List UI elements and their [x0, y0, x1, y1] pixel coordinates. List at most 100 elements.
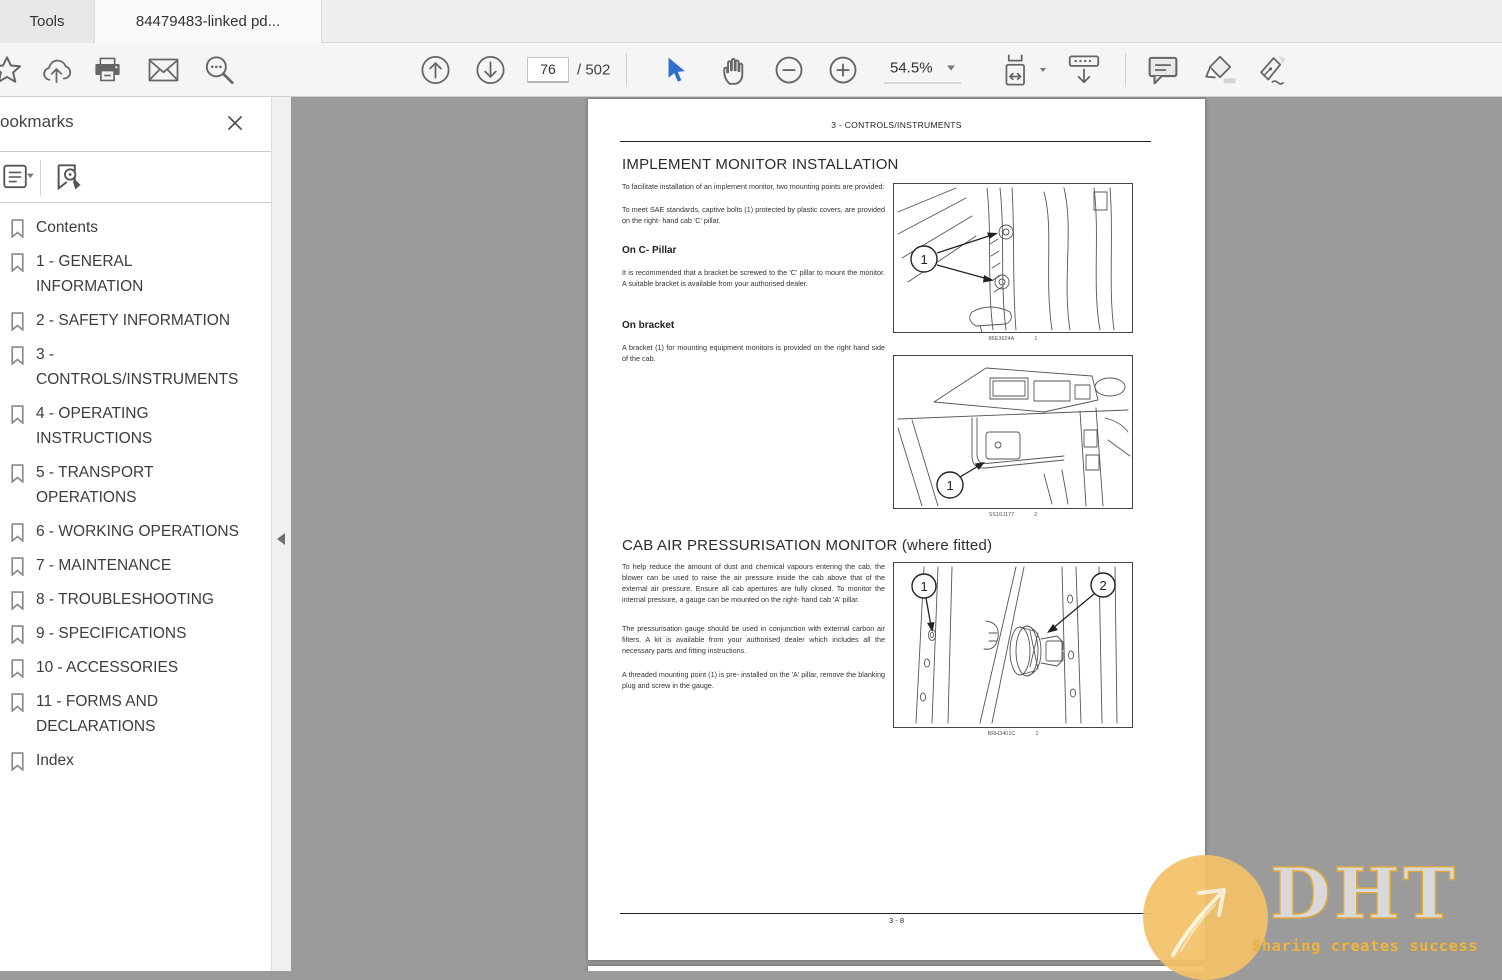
- bookmarks-panel-header: ookmarks: [0, 97, 271, 152]
- bookmark-icon: [11, 346, 24, 365]
- hand-tool-button[interactable]: [717, 54, 749, 86]
- c-pillar-line-drawing: 1: [897, 187, 1115, 332]
- bookmark-item-transport-operations[interactable]: 5 - TRANSPORT OPERATIONS: [10, 460, 271, 510]
- fit-width-button[interactable]: [998, 53, 1046, 87]
- zoom-level-select[interactable]: 54.5%: [884, 56, 961, 83]
- bookmark-options-button[interactable]: [2, 163, 36, 196]
- bookmark-icon: [11, 659, 24, 678]
- bookmarks-toolbar-divider: [40, 160, 41, 196]
- sign-button[interactable]: [1254, 53, 1292, 87]
- search-zoom-icon: [205, 55, 234, 84]
- bookmark-item-accessories[interactable]: 10 - ACCESSORIES: [10, 655, 271, 680]
- highlight-button[interactable]: [1202, 53, 1238, 87]
- bookmark-icon: [11, 312, 24, 331]
- document-viewport[interactable]: 3 - CONTROLS/INSTRUMENTS IMPLEMENT MONIT…: [291, 97, 1502, 971]
- figure-caption: BRH3401C 1: [987, 731, 1039, 737]
- page-up-icon: [421, 55, 450, 84]
- share-upload-button[interactable]: [39, 55, 74, 85]
- favorite-star-button[interactable]: [0, 54, 23, 86]
- scrolling-mode-button[interactable]: [1065, 53, 1103, 87]
- section-title-cab-air-pressurisation: CAB AIR PRESSURISATION MONITOR (where fi…: [622, 537, 993, 554]
- bookmark-item-maintenance[interactable]: 7 - MAINTENANCE: [10, 553, 271, 578]
- zoom-level-value: 54.5%: [890, 59, 933, 76]
- bookmark-item-general-information[interactable]: 1 - GENERAL INFORMATION: [10, 249, 271, 299]
- toolbar-divider: [626, 53, 627, 87]
- figure-caption: SS10J177 2: [988, 512, 1038, 518]
- page-running-header: 3 - CONTROLS/INSTRUMENTS: [831, 120, 962, 130]
- bookmark-search-icon: [57, 164, 81, 191]
- marquee-zoom-button[interactable]: [203, 53, 236, 86]
- paragraph: The pressurisation gauge should be used …: [622, 624, 885, 655]
- svg-text:1: 1: [947, 478, 954, 493]
- bookmark-item-contents[interactable]: Contents: [10, 215, 271, 240]
- bookmarks-list: Contents 1 - GENERAL INFORMATION 2 - SAF…: [0, 203, 271, 773]
- bookmark-icon: [11, 557, 24, 576]
- cloud-upload-icon: [43, 59, 72, 83]
- svg-text:1: 1: [921, 252, 928, 267]
- bookmark-icon: [11, 405, 24, 424]
- figure-monitor-bracket: 1 SS10J177 2: [893, 355, 1133, 518]
- svg-text:1: 1: [921, 579, 928, 594]
- header-rule: [620, 141, 1151, 142]
- fit-width-icon: [1005, 53, 1025, 86]
- hand-icon: [723, 57, 744, 85]
- tab-document-label: 84479483-linked pd...: [135, 13, 281, 30]
- cab-bracket-line-drawing: 1: [897, 367, 1131, 507]
- subheading-on-c-pillar: On C- Pillar: [622, 245, 677, 256]
- printer-icon: [95, 57, 120, 81]
- fountain-pen-icon: [1260, 55, 1287, 85]
- page-number-input[interactable]: [527, 56, 569, 83]
- bookmark-item-safety-information[interactable]: 2 - SAFETY INFORMATION: [10, 308, 271, 333]
- paragraph: A bracket (1) for mounting equipment mon…: [622, 343, 885, 363]
- find-current-bookmark-button[interactable]: [54, 163, 84, 198]
- bookmark-icon: [11, 693, 24, 712]
- bookmark-icon: [11, 752, 24, 771]
- toolbar-divider: [1125, 53, 1126, 87]
- figure-a-pillar-gauge: 1 2 BRH3401C 1: [893, 562, 1133, 737]
- bookmark-item-controls-instruments[interactable]: 3 - CONTROLS/INSTRUMENTS: [10, 342, 271, 392]
- bookmarks-panel: ookmarks Contents 1 - GENERAL INFORMATIO…: [0, 97, 271, 971]
- envelope-icon: [148, 58, 179, 81]
- minus-circle-icon: [775, 56, 803, 83]
- chevron-down-icon: [946, 65, 955, 70]
- bookmark-icon: [11, 219, 24, 238]
- tab-document[interactable]: 84479483-linked pd...: [95, 0, 322, 43]
- bookmark-item-index[interactable]: Index: [10, 748, 271, 773]
- a-pillar-line-drawing: 1 2: [911, 566, 1118, 724]
- paragraph: To help reduce the amount of dust and ch…: [622, 562, 885, 604]
- next-page-button[interactable]: [475, 54, 506, 85]
- bookmarks-panel-title: ookmarks: [0, 112, 74, 131]
- bookmark-item-forms-declarations[interactable]: 11 - FORMS AND DECLARATIONS: [10, 689, 271, 739]
- collapse-panel-arrow[interactable]: [277, 533, 285, 545]
- pdf-page: 3 - CONTROLS/INSTRUMENTS IMPLEMENT MONIT…: [588, 99, 1205, 960]
- next-page-edge: [588, 966, 1205, 971]
- close-panel-button[interactable]: [222, 110, 248, 136]
- cursor-arrow-icon: [668, 57, 685, 82]
- bookmark-item-operating-instructions[interactable]: 4 - OPERATING INSTRUCTIONS: [10, 401, 271, 451]
- bookmark-icon: [11, 464, 24, 483]
- page-number-field[interactable]: [527, 56, 569, 83]
- tab-tools[interactable]: Tools: [0, 0, 95, 43]
- email-button[interactable]: [146, 56, 181, 84]
- select-tool-button[interactable]: [665, 57, 689, 83]
- bookmark-icon: [11, 591, 24, 610]
- plus-circle-icon: [829, 56, 857, 83]
- options-list-icon: [3, 164, 34, 189]
- comment-button[interactable]: [1146, 54, 1180, 86]
- tab-tools-label: Tools: [29, 13, 65, 30]
- print-button[interactable]: [91, 55, 124, 85]
- paragraph: It is recommended that a bracket be scre…: [622, 268, 885, 288]
- previous-page-button[interactable]: [420, 54, 451, 85]
- bookmark-icon: [11, 523, 24, 542]
- figure-c-pillar-bolts: 1 86E3624A 1: [893, 183, 1133, 342]
- page-count-label: / 502: [577, 61, 611, 78]
- bookmark-item-troubleshooting[interactable]: 8 - TROUBLESHOOTING: [10, 587, 271, 612]
- page-count: / 502: [577, 61, 610, 78]
- close-icon: [228, 116, 242, 130]
- bookmark-item-specifications[interactable]: 9 - SPECIFICATIONS: [10, 621, 271, 646]
- zoom-in-button[interactable]: [828, 55, 858, 85]
- paragraph: To facilitate installation of an impleme…: [622, 182, 885, 191]
- bookmark-item-working-operations[interactable]: 6 - WORKING OPERATIONS: [10, 519, 271, 544]
- zoom-out-button[interactable]: [774, 55, 804, 85]
- footer-rule: [620, 913, 1151, 914]
